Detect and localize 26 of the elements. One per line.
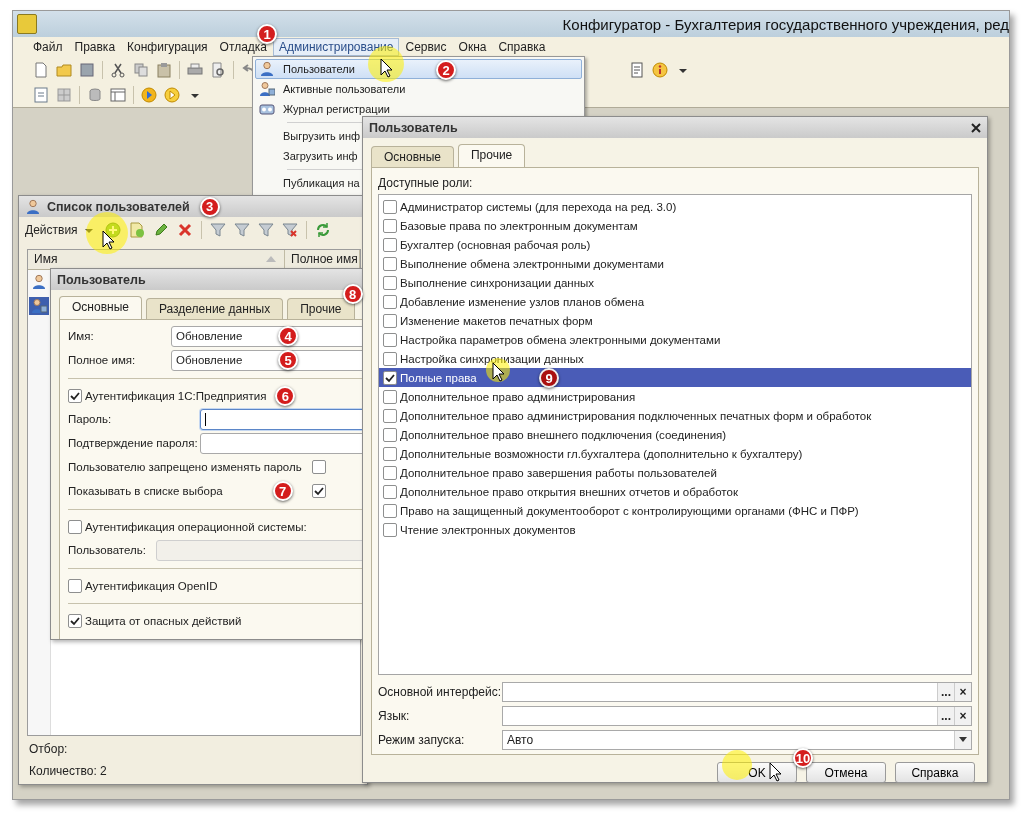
checkbox-label: Аутентификация OpenID <box>85 580 218 592</box>
field-label: Язык: <box>378 708 411 723</box>
field-label: Полное имя: <box>68 354 137 366</box>
dialog-title: Пользователь <box>369 120 458 135</box>
window-title: Список пользователей <box>47 199 190 214</box>
field-label: Пользователь: <box>68 544 147 556</box>
count-label: Количество: 2 <box>29 764 108 778</box>
field-label: Подтверждение пароля: <box>68 437 199 449</box>
checkbox-label: Аутентификация операционной системы: <box>85 521 307 533</box>
filter-label: Отбор: <box>29 742 69 756</box>
step-badge: 2 <box>436 60 456 80</box>
field-label: Основной интерфейс: <box>378 684 502 699</box>
window-title: Конфигуратор - Бухгалтерия государственного учреждения, ред <box>562 15 1009 33</box>
option-label: Пользователю запрещено изменять пароль <box>68 461 302 473</box>
dialog-title: Пользователь <box>57 272 146 287</box>
step-badge: 9 <box>539 368 559 388</box>
checkbox-label: Аутентификация 1С:Предприятия <box>85 390 267 402</box>
field-label: Имя: <box>68 330 95 342</box>
field-label: Режим запуска: <box>378 732 466 747</box>
step-badge: 6 <box>275 386 296 406</box>
checkbox-label: Защита от опасных действий <box>85 615 242 627</box>
roles-label: Доступные роли: <box>378 175 474 192</box>
step-badge: 3 <box>199 196 220 217</box>
field-label: Пароль: <box>68 413 113 425</box>
step-badge: 7 <box>272 481 293 501</box>
option-label: Показывать в списке выбора <box>68 485 223 497</box>
